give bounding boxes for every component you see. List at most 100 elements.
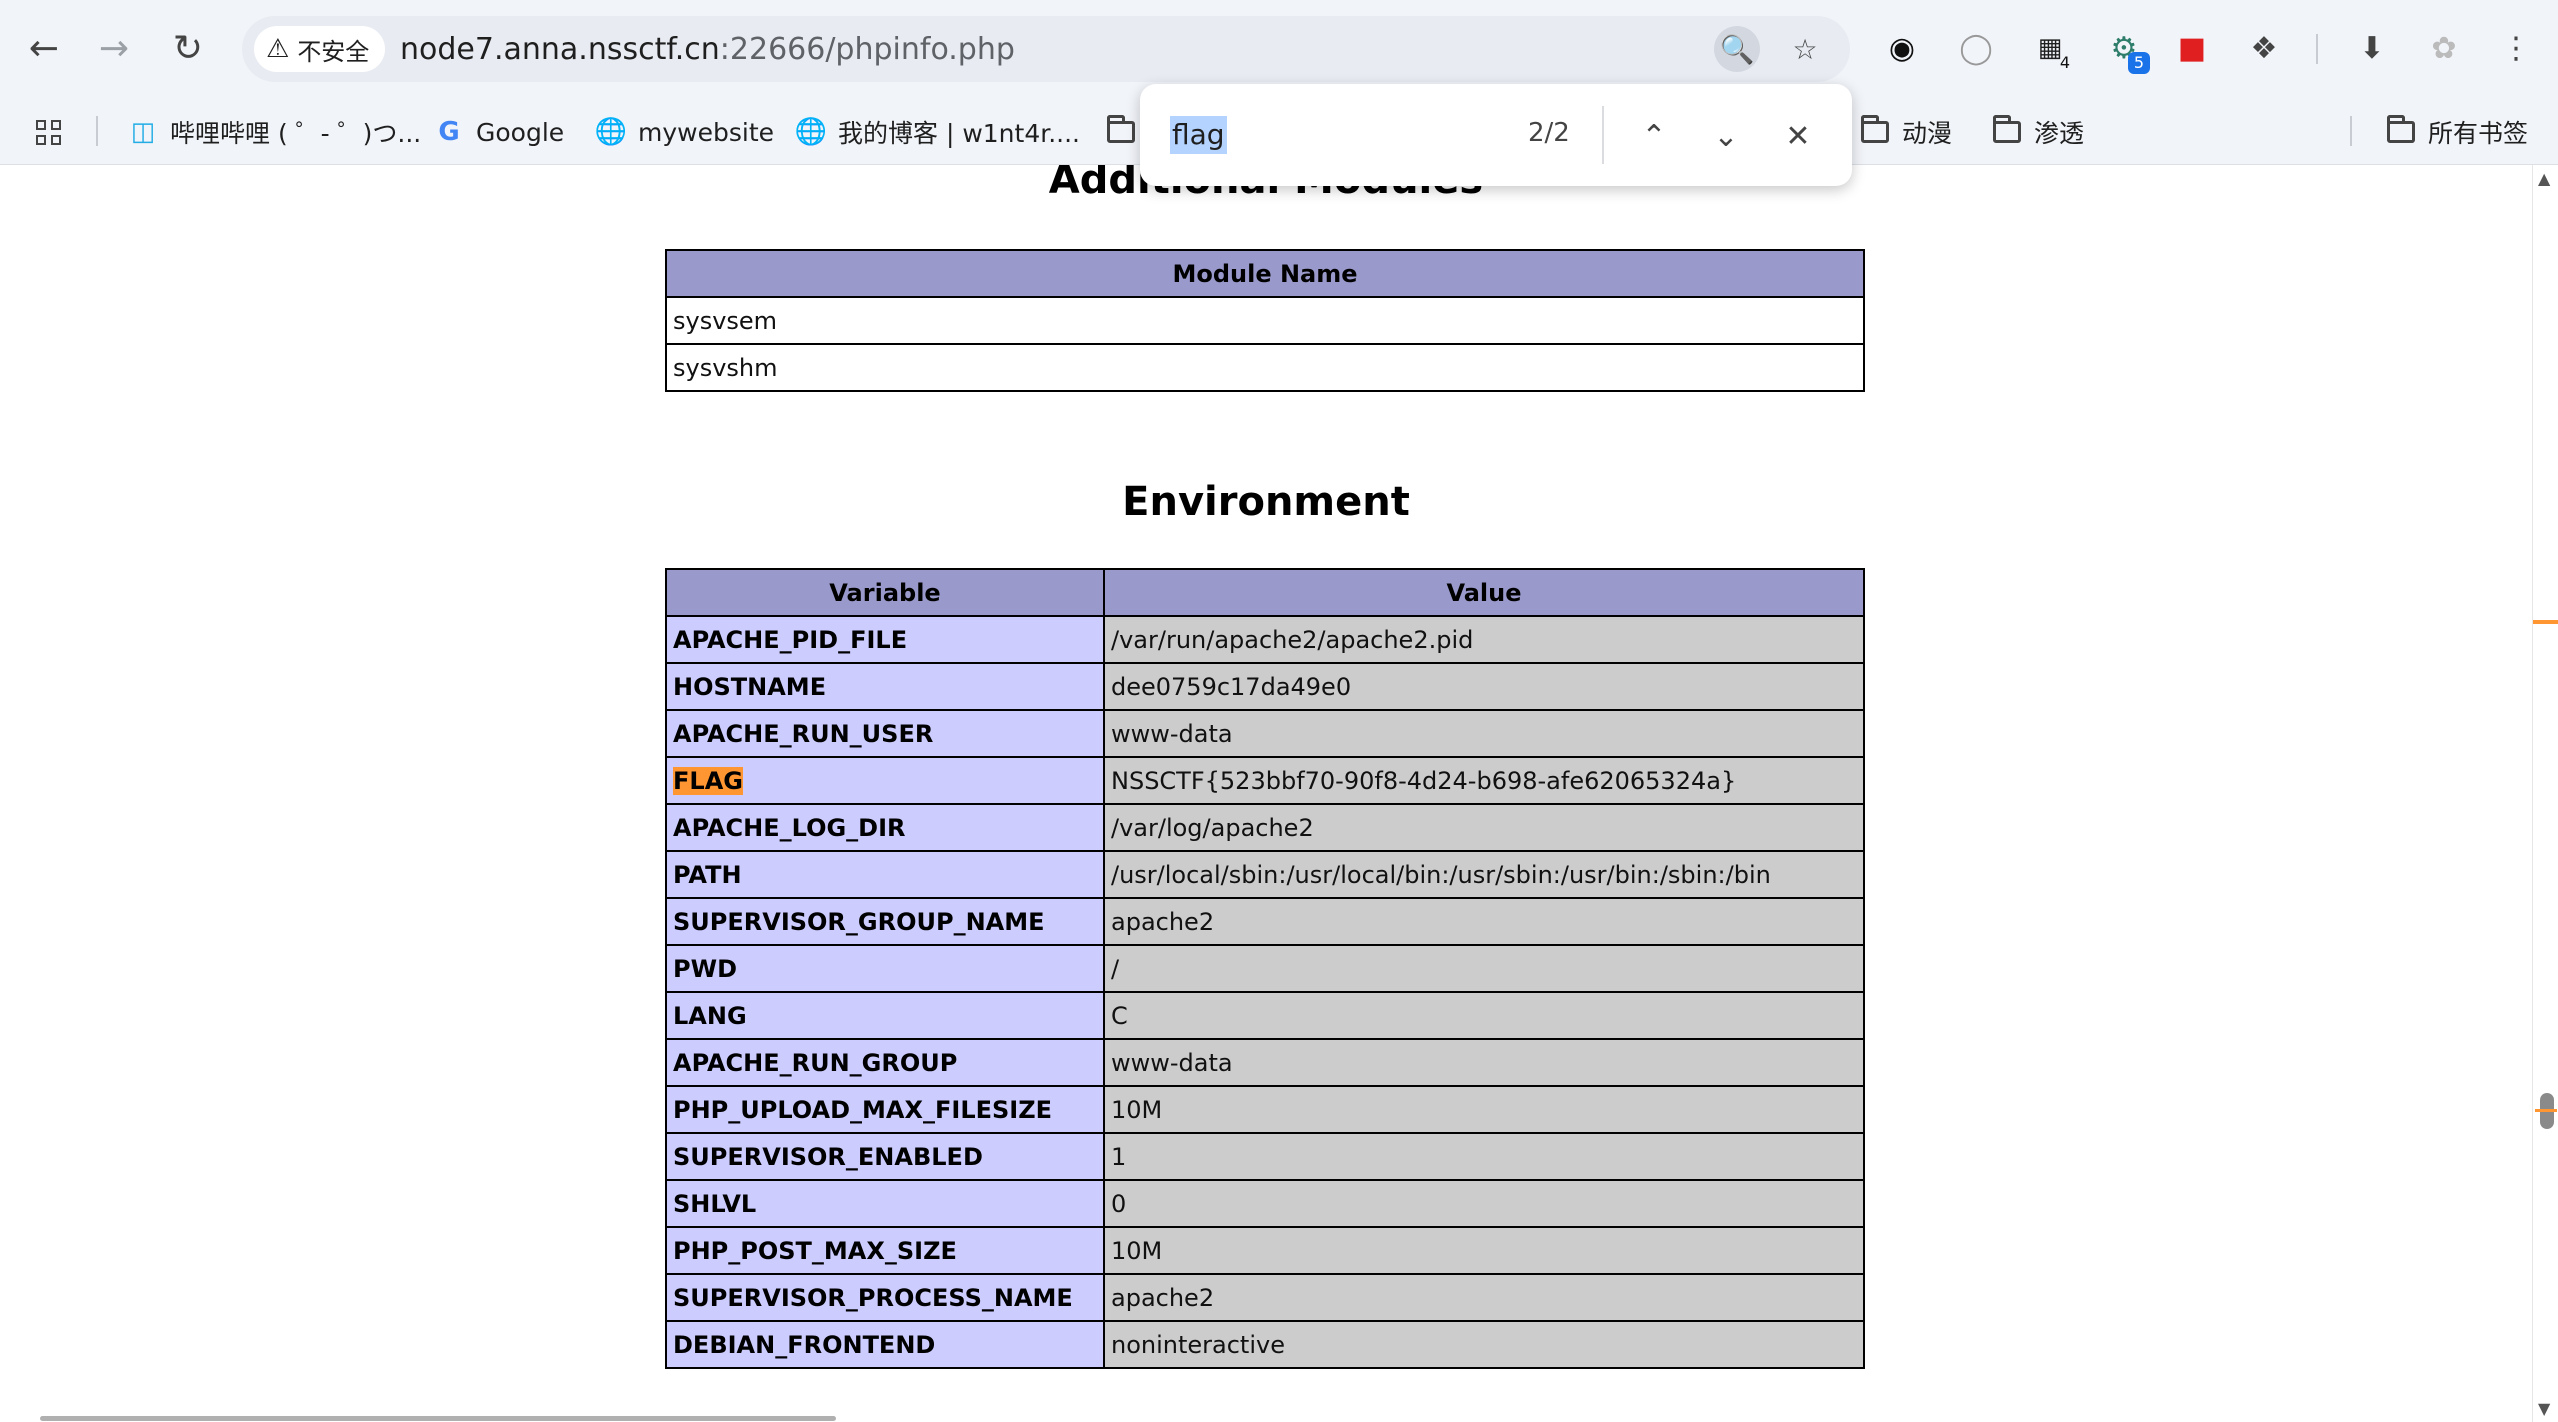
- modules-column-header: Module Name: [665, 249, 1865, 298]
- find-bar: flag 2/2 ⌃ ⌄ ✕: [1140, 84, 1852, 186]
- env-variable-cell: SHLVL: [665, 1179, 1105, 1228]
- modules-table: Module Name sysvsem sysvshm: [665, 249, 1865, 392]
- env-value-cell: 10M: [1103, 1085, 1865, 1134]
- find-in-page-button[interactable]: 🔍: [1714, 26, 1760, 72]
- extension-1-button[interactable]: ◉: [1882, 28, 1922, 68]
- bookmarks-divider: [2350, 116, 2352, 146]
- env-variable-name: DEBIAN_FRONTEND: [673, 1330, 936, 1359]
- find-page-icon: 🔍: [1719, 32, 1755, 66]
- env-value-cell: www-data: [1103, 709, 1865, 758]
- env-variable-name: SUPERVISOR_GROUP_NAME: [673, 907, 1045, 936]
- extension-4-button[interactable]: ⚙ 5: [2104, 28, 2150, 74]
- extension-2-button[interactable]: ◯: [1956, 28, 1996, 68]
- env-value-cell: apache2: [1103, 897, 1865, 946]
- extension-3-button[interactable]: ▦ 4: [2030, 28, 2070, 72]
- profile-button[interactable]: ✿: [2424, 28, 2464, 68]
- back-button[interactable]: ←: [22, 26, 66, 70]
- reload-icon: ↻: [172, 27, 204, 69]
- vertical-scrollbar[interactable]: ▲ ▼: [2532, 165, 2558, 1422]
- env-variable-name: APACHE_RUN_USER: [673, 719, 934, 748]
- star-icon: ☆: [1792, 32, 1818, 66]
- horizontal-scrollbar-thumb[interactable]: [40, 1416, 836, 1421]
- puzzle-icon: ❖: [2250, 30, 2278, 66]
- bookmark-folder-hidden[interactable]: [1106, 112, 1136, 152]
- env-variable-cell: APACHE_RUN_GROUP: [665, 1038, 1105, 1087]
- google-icon: G: [438, 117, 460, 147]
- url-host: node7.anna.nssctf.cn: [400, 32, 720, 67]
- env-value-cell: C: [1103, 991, 1865, 1040]
- table-row: PHP_UPLOAD_MAX_FILESIZE 10M: [665, 1085, 1865, 1134]
- env-variable-cell: APACHE_PID_FILE: [665, 615, 1105, 664]
- folder-icon: [1860, 115, 1890, 147]
- forward-button[interactable]: →: [92, 26, 136, 70]
- arrow-left-icon: ←: [28, 27, 60, 69]
- extension-5-button[interactable]: ■: [2172, 28, 2212, 68]
- close-icon: ✕: [1785, 118, 1811, 154]
- globe-icon: 🌐: [594, 117, 628, 147]
- folder-icon: [1992, 115, 2022, 147]
- circle-extension-icon: ◯: [1959, 30, 1993, 66]
- bookmark-folder-pentest[interactable]: 渗透: [1992, 112, 2084, 152]
- env-variable-cell: LANG: [665, 991, 1105, 1040]
- table-row: PHP_POST_MAX_SIZE 10M: [665, 1226, 1865, 1275]
- env-variable-name: PHP_POST_MAX_SIZE: [673, 1236, 957, 1265]
- more-vert-icon: ⋮: [2501, 30, 2531, 66]
- bookmark-label: 我的博客 | w1nt4r....: [838, 119, 1080, 148]
- security-chip[interactable]: ⚠ 不安全: [254, 26, 386, 72]
- apps-button[interactable]: [36, 112, 61, 152]
- find-match-marker: [2533, 620, 2558, 624]
- scroll-down-icon[interactable]: ▼: [2538, 1399, 2550, 1418]
- find-next-button[interactable]: ⌄: [1702, 112, 1750, 160]
- bookmark-bilibili[interactable]: ◫ 哔哩哔哩 ( ゜- ゜)つ...: [128, 112, 422, 152]
- env-variable-cell: DEBIAN_FRONTEND: [665, 1320, 1105, 1369]
- module-name: sysvsem: [665, 296, 1865, 345]
- arrow-right-icon: →: [98, 27, 130, 69]
- reload-button[interactable]: ↻: [166, 26, 210, 70]
- bookmark-label: 哔哩哔哩 ( ゜- ゜)つ...: [170, 119, 422, 148]
- toolbar-divider: [2316, 34, 2318, 64]
- browser-menu-button[interactable]: ⋮: [2496, 28, 2536, 68]
- env-value-cell: www-data: [1103, 1038, 1865, 1087]
- bookmark-star-button[interactable]: ☆: [1782, 26, 1828, 72]
- bookmark-blog[interactable]: 🌐 我的博客 | w1nt4r....: [794, 112, 1080, 152]
- env-value-cell: dee0759c17da49e0: [1103, 662, 1865, 711]
- env-variable-cell: PWD: [665, 944, 1105, 993]
- downloads-button[interactable]: ⬇: [2352, 28, 2392, 68]
- bookmarks-divider: [96, 116, 98, 146]
- env-variable-cell: APACHE_LOG_DIR: [665, 803, 1105, 852]
- bookmark-google[interactable]: G Google: [434, 112, 564, 152]
- extension-4-badge: 5: [2128, 52, 2150, 74]
- env-variable-name: APACHE_LOG_DIR: [673, 813, 906, 842]
- bookmark-mywebsite[interactable]: 🌐 mywebsite: [594, 112, 774, 152]
- env-variable-name: PWD: [673, 954, 737, 983]
- table-row: PATH/usr/local/sbin:/usr/local/bin:/usr/…: [665, 850, 1865, 899]
- find-input[interactable]: flag: [1170, 116, 1227, 154]
- env-variable-cell: HOSTNAME: [665, 662, 1105, 711]
- table-row: PWD /: [665, 944, 1865, 993]
- find-previous-button[interactable]: ⌃: [1630, 112, 1678, 160]
- scroll-up-icon[interactable]: ▲: [2538, 169, 2550, 188]
- table-row: sysvshm: [665, 343, 1865, 392]
- table-row: sysvsem: [665, 296, 1865, 345]
- url-text[interactable]: node7.anna.nssctf.cn:22666/phpinfo.php: [400, 32, 1015, 67]
- env-value-cell: 1: [1103, 1132, 1865, 1181]
- globe-icon: 🌐: [794, 117, 828, 147]
- mask-extension-icon: ◉: [1888, 30, 1916, 66]
- find-match-count: 2/2: [1528, 118, 1570, 148]
- extensions-menu-button[interactable]: ❖: [2244, 28, 2284, 68]
- address-bar[interactable]: ⚠ 不安全 node7.anna.nssctf.cn:22666/phpinfo…: [242, 16, 1850, 82]
- env-variable-name: SUPERVISOR_ENABLED: [673, 1142, 983, 1171]
- environment-heading: Environment: [1122, 479, 1410, 525]
- table-row: SHLVL 0: [665, 1179, 1865, 1228]
- avatar: ✿: [2431, 30, 2457, 66]
- env-variable-name: SUPERVISOR_PROCESS_NAME: [673, 1283, 1073, 1312]
- env-value-cell: apache2: [1103, 1273, 1865, 1322]
- url-path: :22666/phpinfo.php: [719, 32, 1015, 67]
- find-match-marker: [2535, 1109, 2557, 1112]
- find-close-button[interactable]: ✕: [1774, 112, 1822, 160]
- env-value-cell: 0: [1103, 1179, 1865, 1228]
- bookmark-folder-anime[interactable]: 动漫: [1860, 112, 1952, 152]
- download-icon: ⬇: [2359, 30, 2385, 66]
- module-name: sysvshm: [665, 343, 1865, 392]
- all-bookmarks-button[interactable]: 所有书签: [2386, 112, 2528, 152]
